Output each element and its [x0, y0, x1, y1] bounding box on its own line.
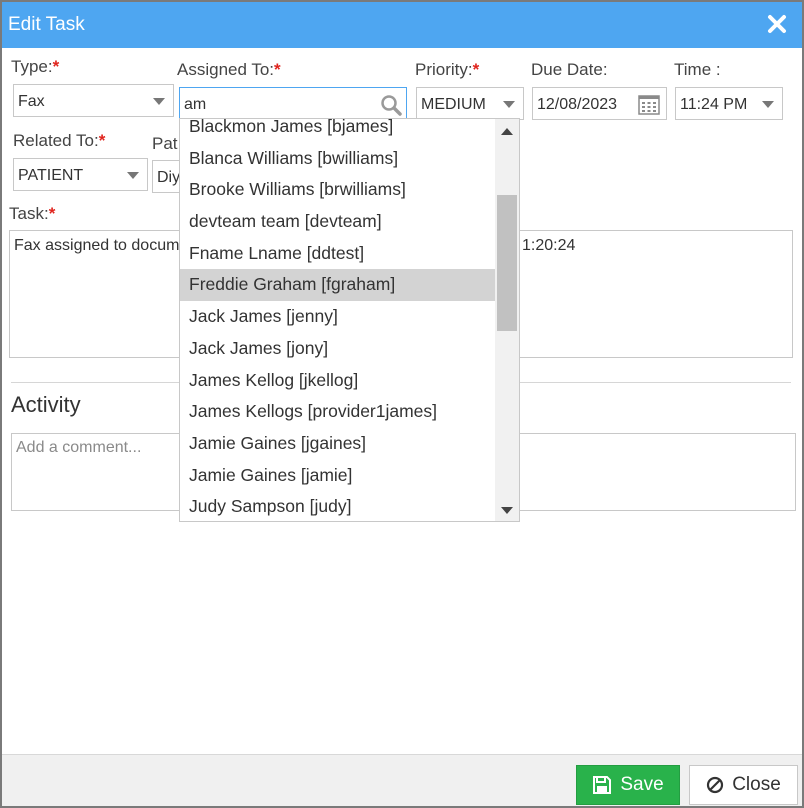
due-date-label: Due Date: — [531, 60, 608, 79]
task-value-visible-left: Fax assigned to docum — [14, 237, 180, 254]
dropdown-scrollbar[interactable] — [495, 119, 519, 521]
priority-select[interactable]: MEDIUM — [416, 87, 524, 120]
assignee-option[interactable]: devteam team [devteam] — [180, 206, 496, 238]
priority-value: MEDIUM — [421, 96, 486, 113]
scroll-up-arrow-icon[interactable] — [501, 128, 513, 135]
scrollbar-thumb[interactable] — [497, 195, 517, 331]
priority-label: Priority:* — [415, 60, 480, 79]
search-icon — [381, 95, 402, 116]
assignee-option[interactable]: Fname Lname [ddtest] — [180, 238, 496, 270]
edit-task-dialog: Edit Task Type:* Assigned To:* Priority:… — [0, 0, 804, 808]
close-button[interactable]: Close — [689, 765, 798, 805]
assignee-list: Blackmon James [bjames] Blanca Williams [… — [180, 119, 496, 521]
type-select[interactable]: Fax — [13, 84, 174, 117]
patient-value: Diy — [157, 169, 181, 186]
assigned-to-label: Assigned To:* — [177, 60, 281, 79]
ban-icon — [707, 776, 724, 794]
dialog-footer: Save Close — [2, 754, 802, 806]
close-icon[interactable] — [766, 13, 788, 35]
save-button[interactable]: Save — [576, 765, 680, 805]
related-to-value: PATIENT — [18, 167, 84, 184]
assignee-option[interactable]: Blackmon James [bjames] — [180, 119, 496, 143]
comment-placeholder: Add a comment... — [16, 439, 142, 456]
type-value: Fax — [18, 93, 45, 110]
patient-label: Pat — [152, 134, 178, 153]
assignee-dropdown[interactable]: Blackmon James [bjames] Blanca Williams [… — [179, 118, 520, 522]
assignee-option[interactable]: Judy Sampson [judy] — [180, 491, 496, 521]
calendar-icon[interactable] — [638, 94, 660, 116]
related-to-label: Related To:* — [13, 131, 106, 150]
chevron-down-icon — [127, 172, 139, 179]
activity-title: Activity — [11, 392, 81, 417]
due-date-value: 12/08/2023 — [537, 96, 618, 113]
related-to-select[interactable]: PATIENT — [13, 158, 148, 191]
chevron-down-icon — [153, 98, 165, 105]
task-label: Task:* — [9, 204, 56, 223]
type-label: Type:* — [11, 57, 60, 76]
chevron-down-icon — [503, 101, 515, 108]
time-select[interactable]: 11:24 PM — [675, 87, 783, 120]
assignee-option[interactable]: Blanca Williams [bwilliams] — [180, 143, 496, 175]
assignee-option[interactable]: Jack James [jenny] — [180, 301, 496, 333]
chevron-down-icon — [762, 101, 774, 108]
dialog-titlebar: Edit Task — [2, 2, 802, 48]
assignee-option[interactable]: Jack James [jony] — [180, 333, 496, 365]
close-label: Close — [732, 774, 781, 795]
save-label: Save — [620, 774, 664, 795]
save-icon — [593, 776, 612, 794]
assignee-option[interactable]: James Kellogs [provider1james] — [180, 396, 496, 428]
time-label: Time : — [674, 60, 721, 79]
assignee-option[interactable]: James Kellog [jkellog] — [180, 365, 496, 397]
due-date-input[interactable]: 12/08/2023 — [532, 87, 667, 120]
scroll-down-arrow-icon[interactable] — [501, 507, 513, 514]
assigned-to-value: am — [184, 96, 207, 113]
assignee-option[interactable]: Jamie Gaines [jamie] — [180, 460, 496, 492]
dialog-title: Edit Task — [8, 14, 85, 35]
task-value-visible-right: 1:20:24 — [522, 237, 576, 254]
assignee-option[interactable]: Jamie Gaines [jgaines] — [180, 428, 496, 460]
assignee-option[interactable]: Brooke Williams [brwilliams] — [180, 174, 496, 206]
assigned-to-search-input[interactable]: am — [179, 87, 407, 120]
time-value: 11:24 PM — [680, 96, 748, 113]
assignee-option[interactable]: Freddie Graham [fgraham] — [180, 269, 496, 302]
